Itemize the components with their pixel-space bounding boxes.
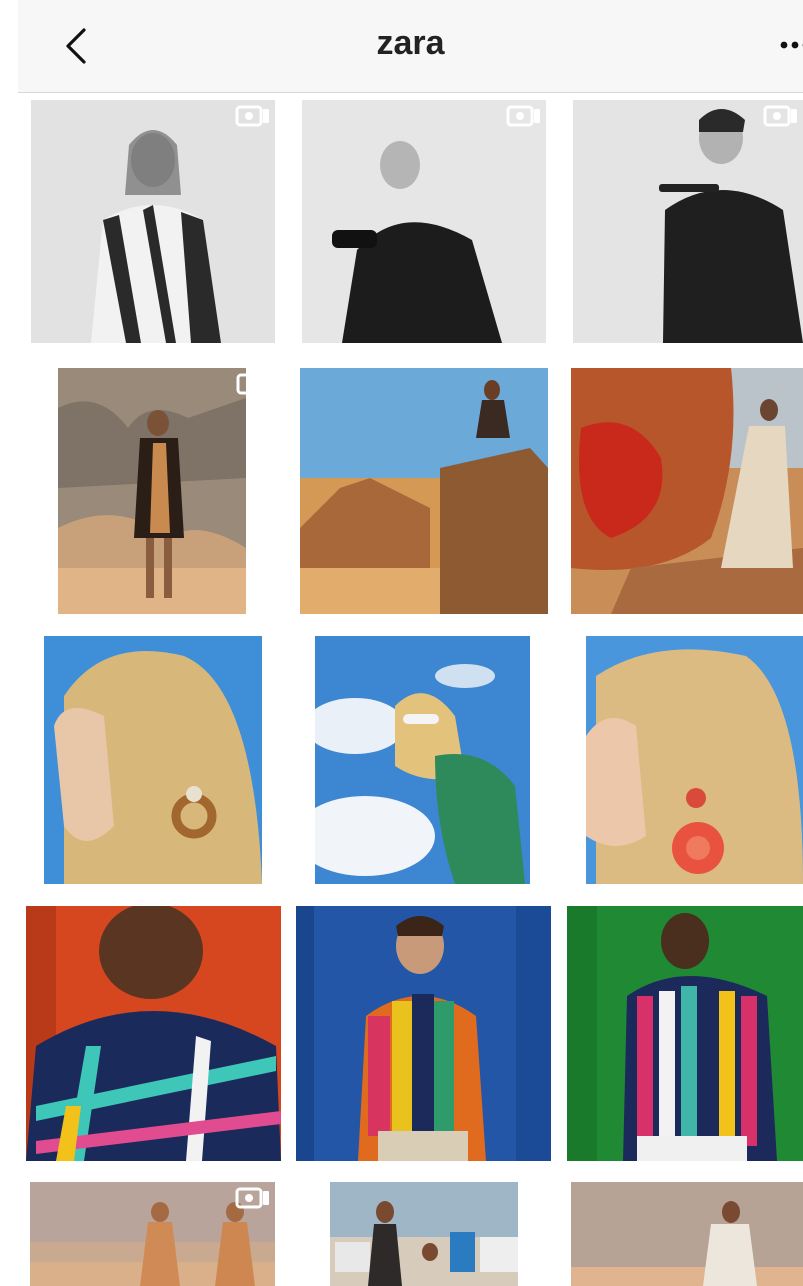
post-thumbnail-r5c1[interactable] [30, 1182, 275, 1286]
post-thumbnail-r1c1[interactable] [31, 100, 275, 343]
video-camera-icon [235, 1186, 271, 1210]
post-thumbnail-r5c3[interactable] [571, 1182, 803, 1286]
post-photo [302, 100, 546, 343]
post-photo [586, 636, 803, 884]
post-thumbnail-r2c1[interactable] [58, 368, 246, 614]
post-photo [26, 906, 281, 1161]
post-photo [330, 1182, 518, 1286]
video-camera-icon [235, 104, 271, 128]
profile-title: zara [376, 24, 445, 62]
post-photo [296, 906, 551, 1161]
post-thumbnail-r2c3[interactable] [571, 368, 803, 614]
post-thumbnail-r4c2[interactable] [296, 906, 551, 1161]
more-horizontal-icon [780, 41, 803, 49]
video-camera-icon [506, 104, 542, 128]
post-thumbnail-r4c3[interactable] [567, 906, 803, 1161]
post-photo [315, 636, 530, 884]
post-thumbnail-r5c2[interactable] [330, 1182, 518, 1286]
post-photo [571, 1182, 803, 1286]
post-thumbnail-r1c2[interactable] [302, 100, 546, 343]
post-photo [31, 100, 275, 343]
post-photo [44, 636, 262, 884]
post-photo [58, 368, 246, 614]
post-photo [571, 368, 803, 614]
post-thumbnail-r1c3[interactable] [573, 100, 803, 343]
post-thumbnail-r4c1[interactable] [26, 906, 281, 1161]
post-photo [300, 368, 548, 614]
post-thumbnail-r3c2[interactable] [315, 636, 530, 884]
top-nav-bar: zara [18, 0, 803, 93]
post-thumbnail-r2c2[interactable] [300, 368, 548, 614]
video-camera-icon [763, 104, 799, 128]
post-thumbnail-r3c1[interactable] [44, 636, 262, 884]
post-photo [573, 100, 803, 343]
video-camera-icon [236, 372, 246, 396]
more-options-button[interactable] [776, 30, 803, 60]
post-photo [567, 906, 803, 1161]
post-thumbnail-r3c3[interactable] [586, 636, 803, 884]
